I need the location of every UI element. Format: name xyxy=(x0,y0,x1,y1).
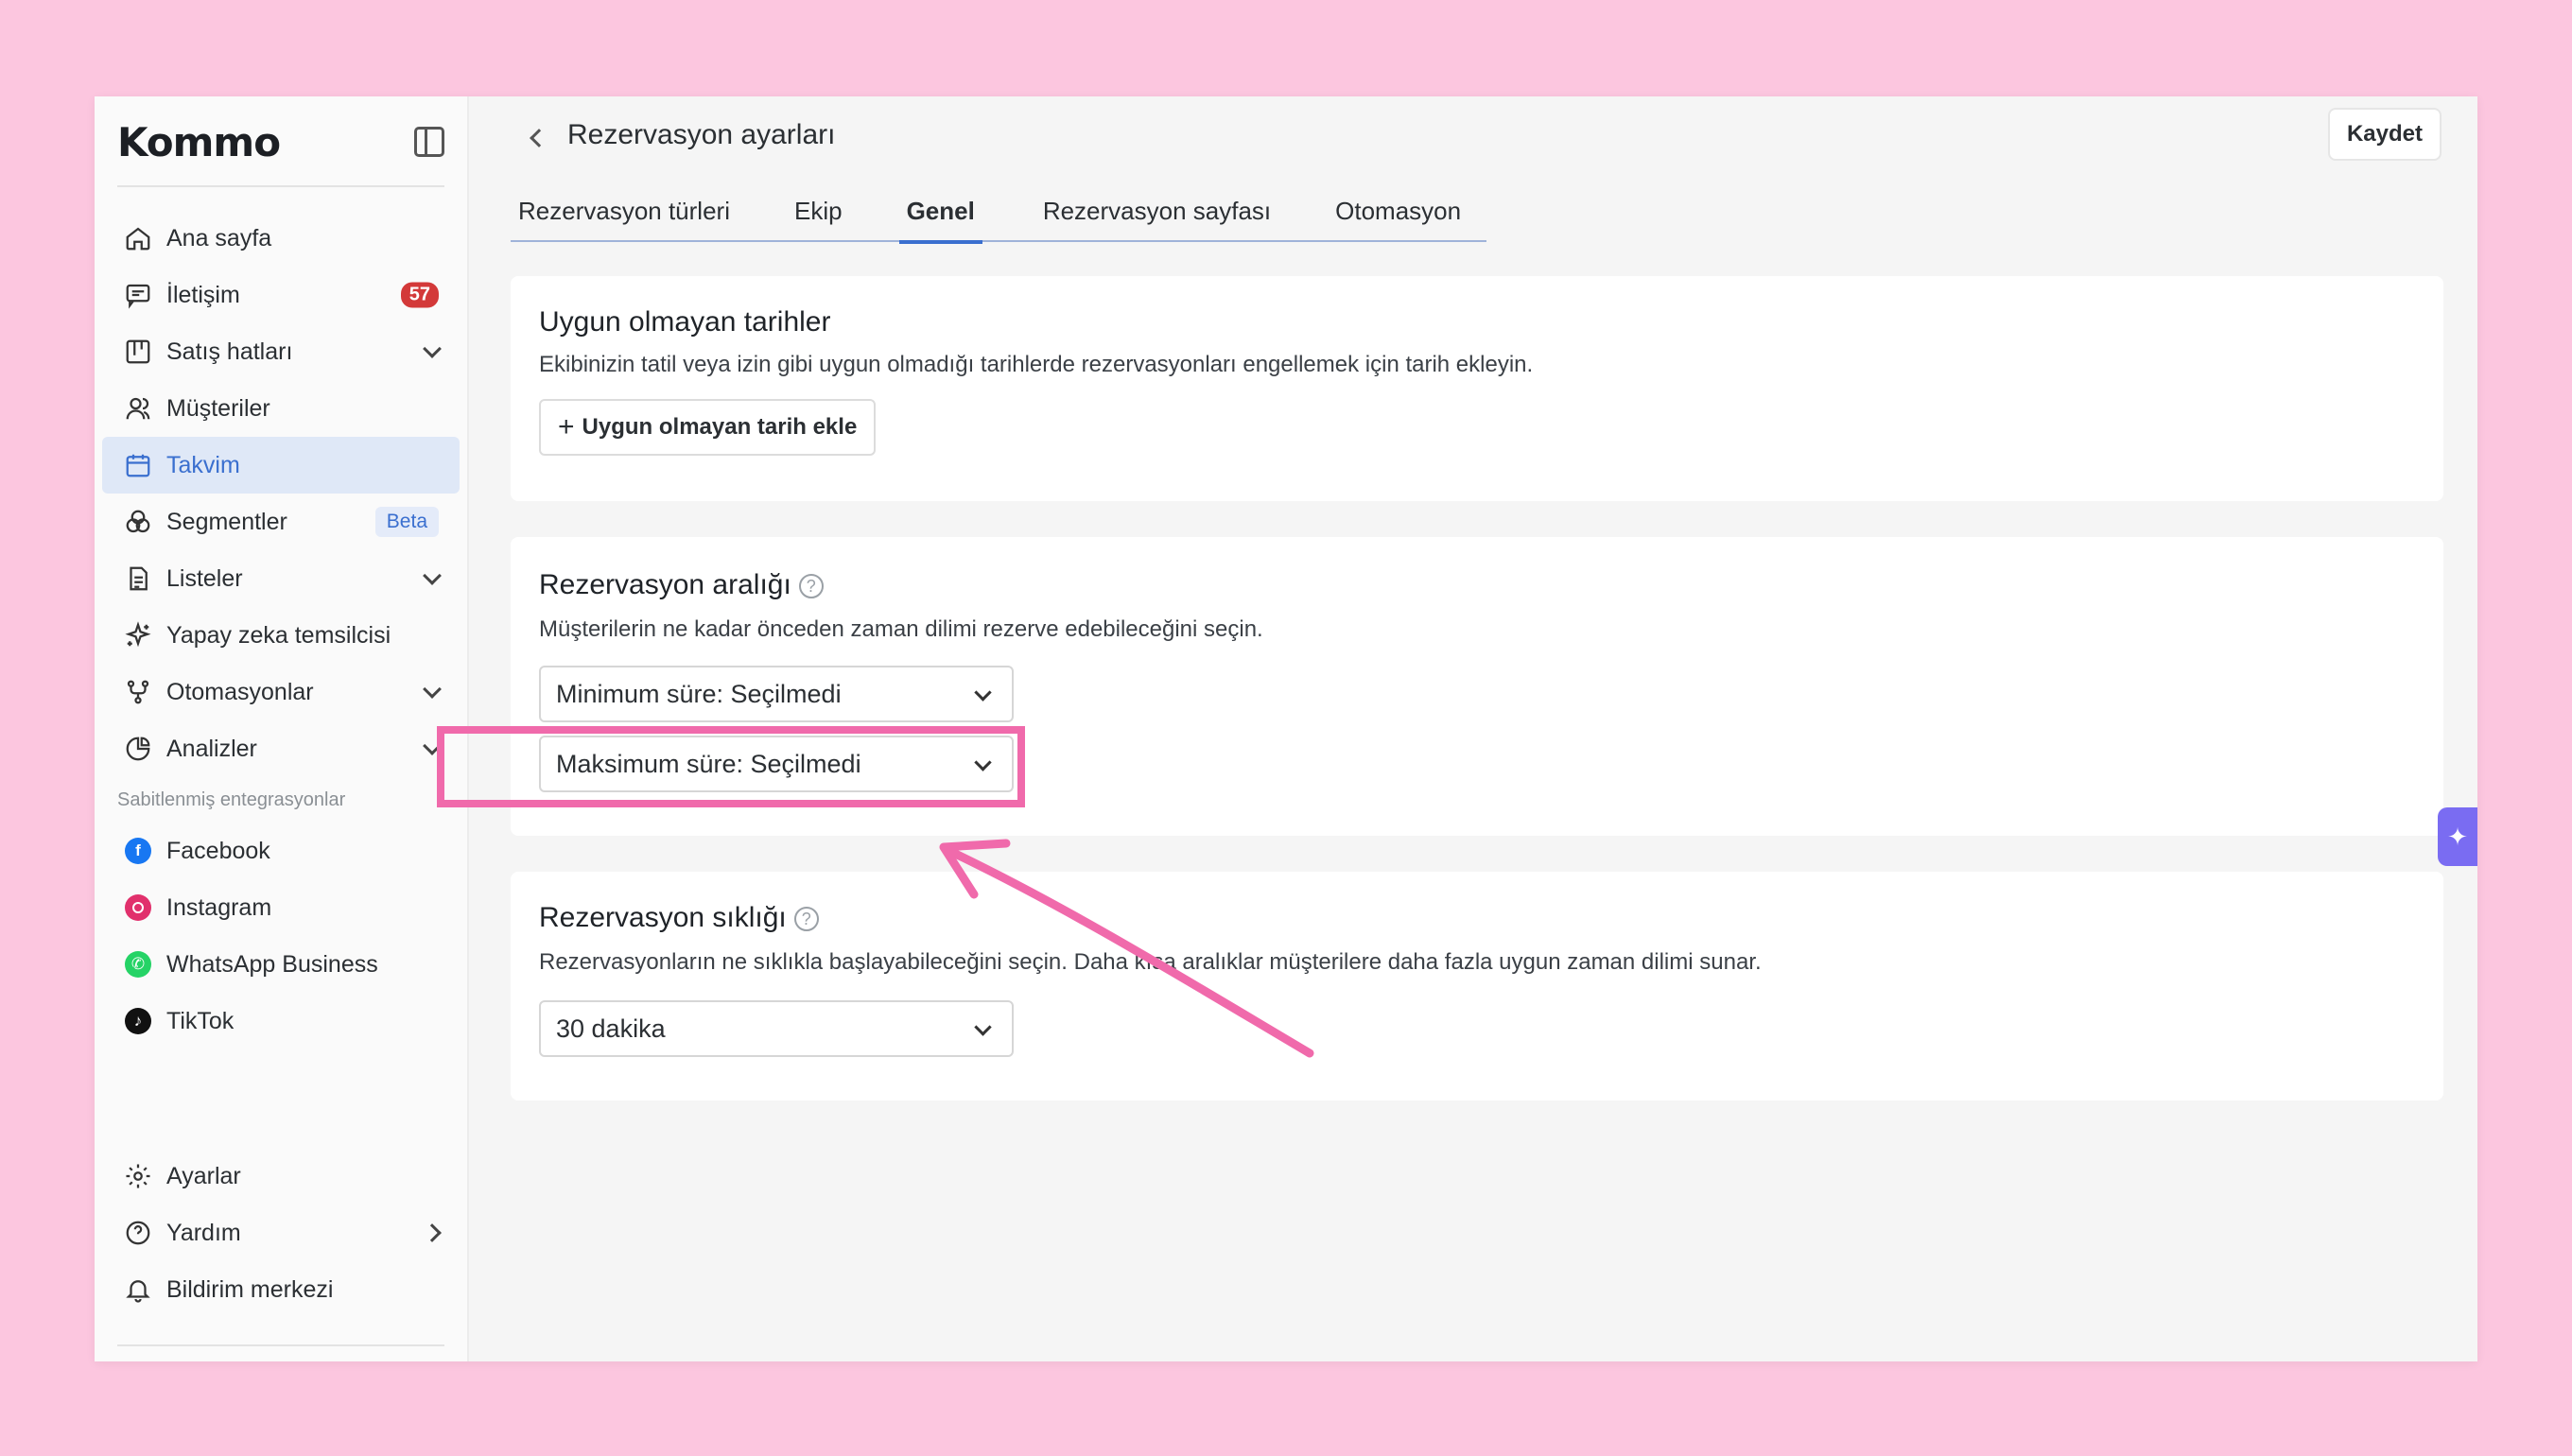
tab-booking-page[interactable]: Rezervasyon sayfası xyxy=(1043,189,1271,242)
gear-icon xyxy=(123,1161,153,1191)
divider xyxy=(117,1344,444,1346)
booking-frequency-description: Rezervasyonların ne sıklıkla başlayabile… xyxy=(539,949,1762,975)
pipeline-icon xyxy=(123,337,153,367)
list-icon xyxy=(123,563,153,594)
sidebar-item-help[interactable]: Yardım xyxy=(95,1205,467,1261)
sidebar: Kommo Ana sayfa İletişim 57 Satış hatlar… xyxy=(95,96,469,1361)
sidebar-item-label: TikTok xyxy=(166,1007,235,1034)
chevron-down-icon[interactable] xyxy=(423,339,442,358)
calendar-icon xyxy=(123,450,153,480)
chart-icon xyxy=(123,734,153,764)
users-icon xyxy=(123,393,153,424)
sidebar-item-label: Analizler xyxy=(166,735,257,762)
sidebar-item-label: Listeler xyxy=(166,564,243,592)
sidebar-item-facebook[interactable]: f Facebook xyxy=(95,823,467,879)
chevron-down-icon[interactable] xyxy=(423,566,442,585)
sparkle-icon xyxy=(123,620,153,650)
tab-team[interactable]: Ekip xyxy=(794,189,843,242)
plus-icon: + xyxy=(558,411,575,442)
settings-tabs: Rezervasyon türleri Ekip Genel Rezervasy… xyxy=(511,189,1486,244)
whatsapp-icon: ✆ xyxy=(123,949,153,979)
logo-row: Kommo xyxy=(117,113,444,170)
sidebar-collapse-icon[interactable] xyxy=(414,127,444,157)
chat-icon xyxy=(123,280,153,310)
sidebar-item-label: Ayarlar xyxy=(166,1162,241,1189)
sidebar-item-label: Yardım xyxy=(166,1219,241,1246)
beta-badge: Beta xyxy=(374,507,439,537)
home-icon xyxy=(123,223,153,253)
sidebar-item-label: Bildirim merkezi xyxy=(166,1275,334,1303)
chevron-down-icon xyxy=(974,684,992,702)
sidebar-item-segments[interactable]: Segmentler Beta xyxy=(95,494,467,550)
unavailable-dates-description: Ekibinizin tatil veya izin gibi uygun ol… xyxy=(539,352,1534,377)
sidebar-item-lists[interactable]: Listeler xyxy=(95,550,467,607)
minimum-duration-select[interactable]: Minimum süre: Seçilmedi xyxy=(539,666,1014,722)
help-icon[interactable]: ? xyxy=(798,574,824,599)
divider xyxy=(117,185,444,187)
help-icon xyxy=(123,1218,153,1248)
add-unavailable-date-button[interactable]: + Uygun olmayan tarih ekle xyxy=(539,399,877,456)
sidebar-item-label: Otomasyonlar xyxy=(166,678,314,705)
sidebar-item-home[interactable]: Ana sayfa xyxy=(95,210,467,267)
booking-range-title: Rezervasyon aralığı? xyxy=(539,569,824,601)
sidebar-item-ai-agent[interactable]: Yapay zeka temsilcisi xyxy=(95,607,467,664)
button-label: Uygun olmayan tarih ekle xyxy=(582,414,858,440)
tab-booking-types[interactable]: Rezervasyon türleri xyxy=(518,189,730,242)
sidebar-item-label: WhatsApp Business xyxy=(166,950,378,978)
tiktok-icon: ♪ xyxy=(123,1006,153,1036)
sidebar-item-label: Instagram xyxy=(166,893,272,921)
booking-range-description: Müşterilerin ne kadar önceden zaman dili… xyxy=(539,616,1263,642)
booking-frequency-title: Rezervasyon sıklığı? xyxy=(539,902,819,934)
segments-icon xyxy=(123,507,153,537)
select-value: Minimum süre: Seçilmedi xyxy=(556,679,842,708)
sidebar-item-label: Satış hatları xyxy=(166,338,293,365)
sidebar-item-calendar[interactable]: Takvim xyxy=(102,437,460,494)
booking-frequency-title-text: Rezervasyon sıklığı xyxy=(539,902,787,933)
unavailable-dates-title: Uygun olmayan tarihler xyxy=(539,306,831,338)
sidebar-item-customers[interactable]: Müşteriler xyxy=(95,380,467,437)
tab-general[interactable]: Genel xyxy=(898,189,983,244)
sidebar-item-tiktok[interactable]: ♪ TikTok xyxy=(95,993,467,1049)
help-icon[interactable]: ? xyxy=(793,907,819,932)
sidebar-item-analytics[interactable]: Analizler xyxy=(95,720,467,777)
sidebar-item-label: Ana sayfa xyxy=(166,224,272,251)
sidebar-item-settings[interactable]: Ayarlar xyxy=(95,1148,467,1205)
tab-automation[interactable]: Otomasyon xyxy=(1335,189,1461,242)
page-header: Rezervasyon ayarları Kaydet xyxy=(471,96,2477,200)
page-title: Rezervasyon ayarları xyxy=(567,119,836,150)
select-value: 30 dakika xyxy=(556,1014,666,1043)
facebook-icon: f xyxy=(123,836,153,866)
sidebar-item-label: Takvim xyxy=(166,451,240,478)
chevron-right-icon[interactable] xyxy=(423,1223,442,1242)
sidebar-item-notifications[interactable]: Bildirim merkezi xyxy=(95,1261,467,1318)
sidebar-item-chats[interactable]: İletişim 57 xyxy=(95,267,467,323)
highlight-box xyxy=(437,726,1025,807)
sidebar-item-pipelines[interactable]: Satış hatları xyxy=(95,323,467,380)
unread-count-badge: 57 xyxy=(400,282,439,308)
main-nav: Ana sayfa İletişim 57 Satış hatları Müşt… xyxy=(95,210,467,1049)
sidebar-item-label: Segmentler xyxy=(166,508,287,535)
save-button[interactable]: Kaydet xyxy=(2327,108,2442,161)
sidebar-item-label: Müşteriler xyxy=(166,394,270,422)
sidebar-item-label: Yapay zeka temsilcisi xyxy=(166,621,391,649)
bottom-nav: Ayarlar Yardım Bildirim merkezi xyxy=(95,1148,467,1318)
booking-frequency-card: Rezervasyon sıklığı? Rezervasyonların ne… xyxy=(511,872,2443,1101)
sidebar-item-label: İletişim xyxy=(166,281,240,308)
sidebar-item-whatsapp[interactable]: ✆ WhatsApp Business xyxy=(95,936,467,993)
sidebar-item-instagram[interactable]: Instagram xyxy=(95,879,467,936)
ai-assistant-icon[interactable]: ✦ xyxy=(2438,807,2477,866)
chevron-down-icon xyxy=(974,1018,992,1036)
automation-icon xyxy=(123,677,153,707)
bell-icon xyxy=(123,1274,153,1305)
instagram-icon xyxy=(123,893,153,923)
back-icon[interactable] xyxy=(522,121,556,155)
booking-range-title-text: Rezervasyon aralığı xyxy=(539,569,791,600)
chevron-down-icon[interactable] xyxy=(423,680,442,699)
sidebar-item-automations[interactable]: Otomasyonlar xyxy=(95,664,467,720)
unavailable-dates-card: Uygun olmayan tarihler Ekibinizin tatil … xyxy=(511,276,2443,501)
pinned-integrations-label: Sabitlenmiş entegrasyonlar xyxy=(117,789,346,810)
kommo-logo: Kommo xyxy=(117,118,281,165)
sidebar-item-label: Facebook xyxy=(166,837,270,864)
frequency-select[interactable]: 30 dakika xyxy=(539,1000,1014,1057)
